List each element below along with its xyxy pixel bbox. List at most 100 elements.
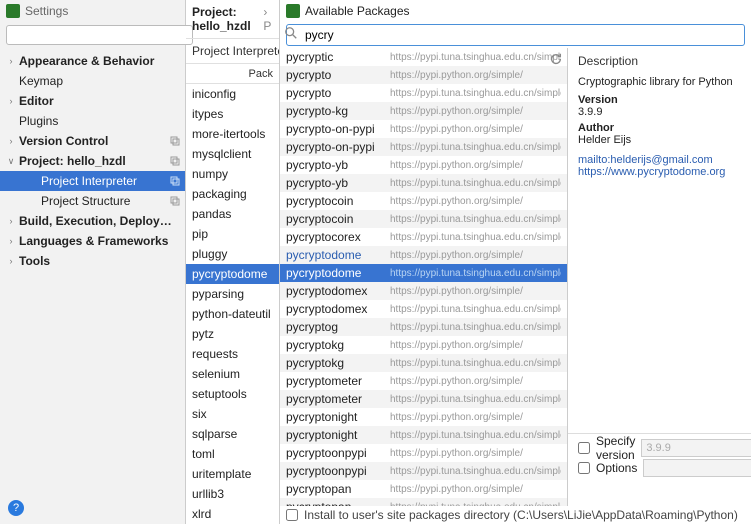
result-url: https://pypi.tuna.tsinghua.edu.cn/simple…: [390, 88, 561, 99]
package-pip[interactable]: pip: [186, 224, 279, 244]
result-row[interactable]: pycrypto-ybhttps://pypi.python.org/simpl…: [280, 156, 567, 174]
package-numpy[interactable]: numpy: [186, 164, 279, 184]
tree-label: Editor: [19, 94, 181, 108]
result-row[interactable]: pycryptonighthttps://pypi.python.org/sim…: [280, 408, 567, 426]
tree-item-tools[interactable]: ›Tools: [0, 251, 185, 271]
result-url: https://pypi.python.org/simple/: [390, 196, 561, 207]
package-pytz[interactable]: pytz: [186, 324, 279, 344]
package-sqlparse[interactable]: sqlparse: [186, 424, 279, 444]
result-row[interactable]: pycrypto-kghttps://pypi.python.org/simpl…: [280, 102, 567, 120]
result-url: https://pypi.python.org/simple/: [390, 160, 561, 171]
package-python-dateutil[interactable]: python-dateutil: [186, 304, 279, 324]
result-row[interactable]: pycryptodomehttps://pypi.tuna.tsinghua.e…: [280, 264, 567, 282]
result-row[interactable]: pycryptocoinhttps://pypi.python.org/simp…: [280, 192, 567, 210]
result-row[interactable]: pycryptometerhttps://pypi.tuna.tsinghua.…: [280, 390, 567, 408]
result-row[interactable]: pycrypto-on-pypihttps://pypi.python.org/…: [280, 120, 567, 138]
package-more-itertools[interactable]: more-itertools: [186, 124, 279, 144]
result-row[interactable]: pycrypto-on-pypihttps://pypi.tuna.tsingh…: [280, 138, 567, 156]
reload-icon[interactable]: [549, 52, 563, 66]
help-icon[interactable]: ?: [8, 500, 24, 516]
package-pluggy[interactable]: pluggy: [186, 244, 279, 264]
package-toml[interactable]: toml: [186, 444, 279, 464]
tree-item-version-control[interactable]: ›Version Control: [0, 131, 185, 151]
settings-search-row: [0, 22, 185, 48]
result-row[interactable]: pycryptohttps://pypi.python.org/simple/: [280, 66, 567, 84]
result-name: pycryptodome: [286, 248, 390, 262]
result-name: pycryptog: [286, 320, 390, 334]
options-checkbox[interactable]: [578, 462, 590, 474]
result-row[interactable]: pycryptometerhttps://pypi.python.org/sim…: [280, 372, 567, 390]
result-url: https://pypi.tuna.tsinghua.edu.cn/simple…: [390, 178, 561, 189]
result-row[interactable]: pycryptopanhttps://pypi.python.org/simpl…: [280, 480, 567, 498]
package-setuptools[interactable]: setuptools: [186, 384, 279, 404]
package-requests[interactable]: requests: [186, 344, 279, 364]
package-packaging[interactable]: packaging: [186, 184, 279, 204]
package-search-input[interactable]: [286, 24, 745, 46]
tree-item-project-interpreter[interactable]: Project Interpreter: [0, 171, 185, 191]
package-pandas[interactable]: pandas: [186, 204, 279, 224]
result-row[interactable]: pycryptopanhttps://pypi.tuna.tsinghua.ed…: [280, 498, 567, 506]
result-row[interactable]: pycryptodomehttps://pypi.python.org/simp…: [280, 246, 567, 264]
package-xlrd[interactable]: xlrd: [186, 504, 279, 522]
detail-description: Cryptographic library for Python: [578, 76, 741, 88]
package-mysqlclient[interactable]: mysqlclient: [186, 144, 279, 164]
result-row[interactable]: pycryptokghttps://pypi.tuna.tsinghua.edu…: [280, 354, 567, 372]
tree-item-languages-frameworks[interactable]: ›Languages & Frameworks: [0, 231, 185, 251]
arrow-icon: ∨: [6, 156, 16, 167]
author-label: Author: [578, 122, 741, 134]
package-iniconfig[interactable]: iniconfig: [186, 84, 279, 104]
package-itypes[interactable]: itypes: [186, 104, 279, 124]
result-row[interactable]: pycryptoonpypihttps://pypi.tuna.tsinghua…: [280, 462, 567, 480]
result-row[interactable]: pycryptoghttps://pypi.tuna.tsinghua.edu.…: [280, 318, 567, 336]
options-input[interactable]: [643, 459, 751, 477]
package-urllib3[interactable]: urllib3: [186, 484, 279, 504]
result-row[interactable]: pycryptonighthttps://pypi.tuna.tsinghua.…: [280, 426, 567, 444]
arrow-icon: ›: [6, 56, 16, 66]
result-name: pycryptoonpypi: [286, 446, 390, 460]
pycharm-icon: [6, 4, 20, 18]
result-row[interactable]: pycryptichttps://pypi.tuna.tsinghua.edu.…: [280, 48, 567, 66]
search-results-list[interactable]: pycryptichttps://pypi.tuna.tsinghua.edu.…: [280, 48, 568, 506]
package-pyparsing[interactable]: pyparsing: [186, 284, 279, 304]
tree-item-plugins[interactable]: Plugins: [0, 111, 185, 131]
result-url: https://pypi.python.org/simple/: [390, 286, 561, 297]
specify-version-checkbox[interactable]: [578, 442, 590, 454]
result-url: https://pypi.tuna.tsinghua.edu.cn/simple…: [390, 268, 561, 279]
result-url: https://pypi.python.org/simple/: [390, 484, 561, 495]
tree-item-keymap[interactable]: Keymap: [0, 71, 185, 91]
package-pycryptodome[interactable]: pycryptodome: [186, 264, 279, 284]
result-row[interactable]: pycryptohttps://pypi.tuna.tsinghua.edu.c…: [280, 84, 567, 102]
author-email-link[interactable]: mailto:helderijs@gmail.com: [578, 154, 741, 166]
result-name: pycrypto: [286, 68, 390, 82]
settings-search-input[interactable]: [6, 25, 193, 45]
breadcrumb-tail: › P: [263, 5, 273, 33]
result-row[interactable]: pycryptocoinhttps://pypi.tuna.tsinghua.e…: [280, 210, 567, 228]
package-six[interactable]: six: [186, 404, 279, 424]
results-wrap: pycryptichttps://pypi.tuna.tsinghua.edu.…: [280, 48, 751, 506]
specify-version-input[interactable]: [641, 439, 751, 457]
tree-item-project-structure[interactable]: Project Structure: [0, 191, 185, 211]
package-detail-pane: Description Cryptographic library for Py…: [568, 48, 751, 506]
project-url-link[interactable]: https://www.pycryptodome.org: [578, 166, 741, 178]
tree-item-build-execution-deployment[interactable]: ›Build, Execution, Deployment: [0, 211, 185, 231]
result-row[interactable]: pycryptodomexhttps://pypi.tuna.tsinghua.…: [280, 300, 567, 318]
result-url: https://pypi.python.org/simple/: [390, 340, 561, 351]
package-uritemplate[interactable]: uritemplate: [186, 464, 279, 484]
version-label: Version: [578, 94, 741, 106]
tree-item-editor[interactable]: ›Editor: [0, 91, 185, 111]
result-row[interactable]: pycrypto-ybhttps://pypi.tuna.tsinghua.ed…: [280, 174, 567, 192]
arrow-icon: ›: [6, 136, 16, 146]
tree-item-appearance-behavior[interactable]: ›Appearance & Behavior: [0, 51, 185, 71]
result-row[interactable]: pycryptoonpypihttps://pypi.python.org/si…: [280, 444, 567, 462]
tree-item-project-hello-hzdl[interactable]: ∨Project: hello_hzdl: [0, 151, 185, 171]
result-row[interactable]: pycryptocorexhttps://pypi.tuna.tsinghua.…: [280, 228, 567, 246]
result-row[interactable]: pycryptodomexhttps://pypi.python.org/sim…: [280, 282, 567, 300]
result-url: https://pypi.tuna.tsinghua.edu.cn/simple…: [390, 358, 561, 369]
result-url: https://pypi.python.org/simple/: [390, 70, 561, 81]
installed-packages-list[interactable]: iniconfigitypesmore-itertoolsmysqlclient…: [186, 84, 279, 522]
result-name: pycryptodome: [286, 266, 390, 280]
result-row[interactable]: pycryptokghttps://pypi.python.org/simple…: [280, 336, 567, 354]
package-selenium[interactable]: selenium: [186, 364, 279, 384]
install-user-checkbox[interactable]: [286, 509, 298, 521]
result-url: https://pypi.python.org/simple/: [390, 124, 561, 135]
